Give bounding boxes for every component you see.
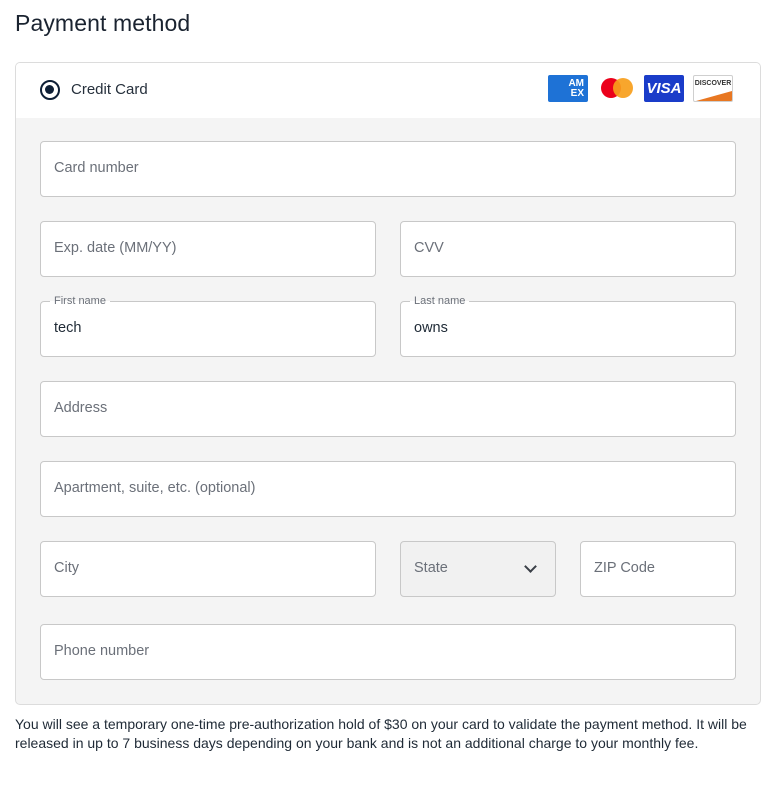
first-name-input[interactable]: First name tech <box>40 295 376 357</box>
credit-card-label: Credit Card <box>71 81 148 98</box>
zip-code-input[interactable]: ZIP Code <box>580 541 736 597</box>
payment-panel: Credit Card AM EX VISA DISCOVER Card numb… <box>15 62 761 705</box>
address-input[interactable]: Address <box>40 381 736 437</box>
credit-card-option[interactable]: Credit Card AM EX VISA DISCOVER <box>16 63 760 118</box>
state-placeholder: State <box>414 560 448 576</box>
state-select[interactable]: State <box>400 541 556 597</box>
exp-date-input[interactable]: Exp. date (MM/YY) <box>40 221 376 277</box>
page-title: Payment method <box>15 10 191 36</box>
phone-number-input[interactable]: Phone number <box>40 624 736 680</box>
visa-logo-icon: VISA <box>644 75 684 102</box>
last-name-value: owns <box>414 320 448 336</box>
card-number-input[interactable]: Card number <box>40 141 736 197</box>
mastercard-logo-icon <box>598 75 638 102</box>
amex-logo-icon: AM EX <box>548 75 588 102</box>
address-placeholder: Address <box>54 400 108 416</box>
card-number-placeholder: Card number <box>54 160 139 176</box>
cvv-input[interactable]: CVV <box>400 221 736 277</box>
phone-number-placeholder: Phone number <box>54 643 150 659</box>
discover-logo-icon: DISCOVER <box>693 75 733 102</box>
last-name-label: Last name <box>410 295 470 307</box>
pre-authorization-note: You will see a temporary one-time pre-au… <box>15 716 747 751</box>
last-name-input[interactable]: Last name owns <box>400 295 736 357</box>
city-placeholder: City <box>54 560 79 576</box>
apartment-input[interactable]: Apartment, suite, etc. (optional) <box>40 461 736 517</box>
first-name-value: tech <box>54 320 82 336</box>
cvv-placeholder: CVV <box>414 240 444 256</box>
first-name-label: First name <box>50 295 110 307</box>
exp-date-placeholder: Exp. date (MM/YY) <box>54 240 177 256</box>
chevron-down-icon <box>524 560 537 573</box>
credit-card-radio[interactable] <box>40 80 60 100</box>
apartment-placeholder: Apartment, suite, etc. (optional) <box>54 480 256 496</box>
zip-code-placeholder: ZIP Code <box>594 560 655 576</box>
city-input[interactable]: City <box>40 541 376 597</box>
